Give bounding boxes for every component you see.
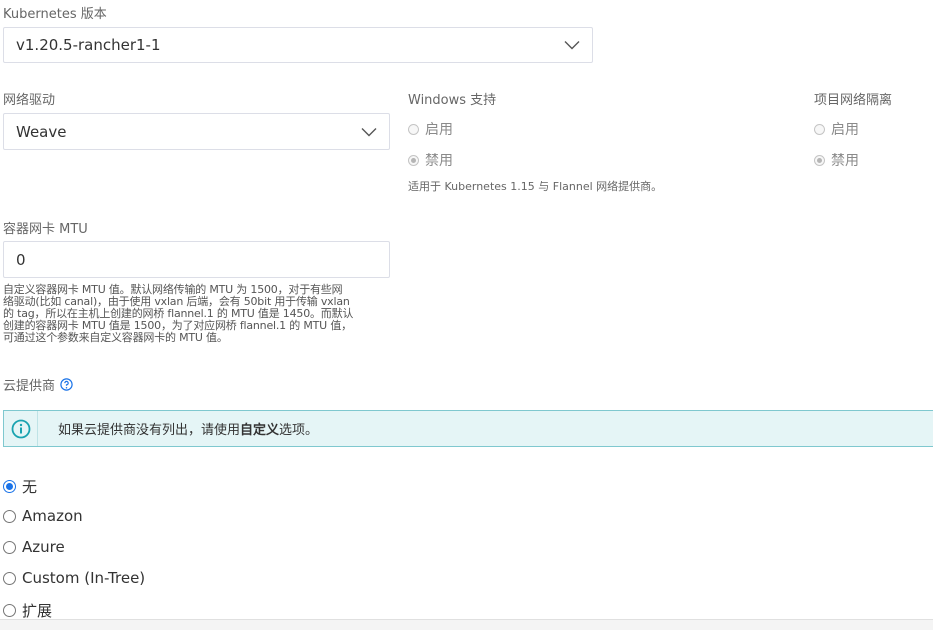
mtu-label: 容器网卡 MTU xyxy=(3,222,88,237)
banner-suffix: 选项。 xyxy=(279,423,319,438)
network-driver-value: Weave xyxy=(16,122,67,141)
isolation-enable-radio[interactable]: 启用 xyxy=(814,119,859,139)
windows-disable-radio[interactable]: 禁用 xyxy=(408,150,453,170)
chevron-down-icon xyxy=(564,41,580,50)
isolation-enable-label: 启用 xyxy=(831,122,859,138)
info-icon-box xyxy=(4,411,38,446)
cloud-option-extension[interactable]: 扩展 xyxy=(3,600,52,621)
k8s-version-label: Kubernetes 版本 xyxy=(3,7,107,22)
windows-enable-label: 启用 xyxy=(425,122,453,138)
cloud-option-none[interactable]: 无 xyxy=(3,476,37,497)
question-circle-icon[interactable] xyxy=(60,378,73,391)
horizontal-scrollbar[interactable] xyxy=(0,619,933,630)
cloud-option-label: 无 xyxy=(22,478,38,496)
radio-circle-icon xyxy=(408,123,419,135)
banner-message: 如果云提供商没有列出，请使用自定义选项。 xyxy=(58,419,318,438)
radio-selected-icon xyxy=(3,480,16,493)
cloud-provider-info-banner: 如果云提供商没有列出，请使用自定义选项。 xyxy=(3,410,933,447)
chevron-down-icon xyxy=(361,127,377,136)
banner-bold-text: 自定义 xyxy=(240,423,280,438)
windows-support-note: 适用于 Kubernetes 1.15 与 Flannel 网络提供商。 xyxy=(408,180,663,193)
radio-circle-icon xyxy=(814,123,825,135)
k8s-version-value: v1.20.5-rancher1-1 xyxy=(16,36,161,54)
radio-circle-icon xyxy=(3,571,16,585)
isolation-disable-label: 禁用 xyxy=(831,153,859,169)
cloud-option-custom[interactable]: Custom (In-Tree) xyxy=(3,569,145,587)
windows-support-label: Windows 支持 xyxy=(408,93,497,108)
cloud-option-label: Custom (In-Tree) xyxy=(22,569,146,587)
banner-text: 如果云提供商没有列出，请使用 xyxy=(58,423,241,438)
cloud-option-label: 扩展 xyxy=(22,602,53,620)
mtu-help-line: 可通过这个参数来自定义容器网卡的 MTU 值。 xyxy=(3,331,228,344)
cloud-option-azure[interactable]: Azure xyxy=(3,538,65,556)
info-circle-icon xyxy=(11,419,30,438)
radio-selected-icon xyxy=(814,154,825,166)
cloud-option-amazon[interactable]: Amazon xyxy=(3,507,83,525)
isolation-disable-radio[interactable]: 禁用 xyxy=(814,150,859,170)
windows-disable-label: 禁用 xyxy=(425,153,453,169)
network-driver-select[interactable]: Weave xyxy=(3,113,390,150)
radio-selected-icon xyxy=(408,154,419,166)
radio-circle-icon xyxy=(3,540,16,554)
k8s-version-select[interactable]: v1.20.5-rancher1-1 xyxy=(3,27,593,63)
cloud-option-label: Azure xyxy=(22,538,65,556)
network-isolation-label: 项目网络隔离 xyxy=(814,93,893,108)
mtu-input[interactable]: 0 xyxy=(3,241,390,278)
radio-circle-icon xyxy=(3,604,16,617)
network-driver-label: 网络驱动 xyxy=(3,93,56,108)
mtu-help-text: 自定义容器网卡 MTU 值。默认网络传输的 MTU 为 1500，对于有些网 络… xyxy=(3,284,353,344)
cloud-provider-heading: 云提供商 xyxy=(3,375,73,394)
cloud-option-label: Amazon xyxy=(22,507,83,525)
windows-enable-radio[interactable]: 启用 xyxy=(408,119,453,139)
radio-circle-icon xyxy=(3,509,16,523)
mtu-input-value: 0 xyxy=(16,250,26,269)
cloud-provider-label: 云提供商 xyxy=(3,379,56,394)
